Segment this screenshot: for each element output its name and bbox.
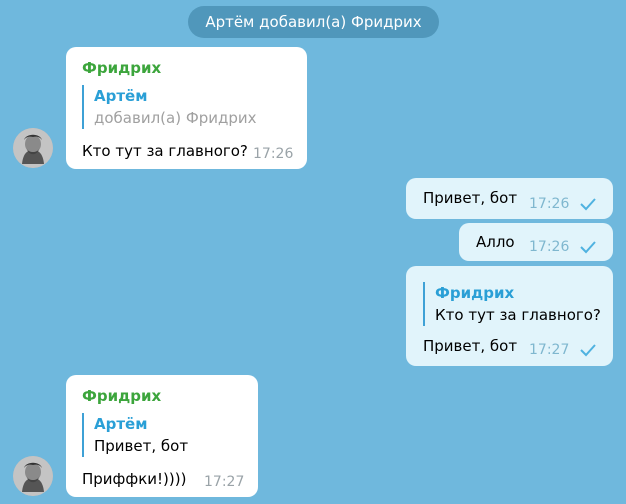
message-text: Приффки!)))) bbox=[82, 470, 187, 488]
message-bubble-incoming[interactable]: Фридрих Артём Привет, бот Приффки!)))) 1… bbox=[66, 375, 258, 497]
message-time: 17:26 bbox=[529, 239, 570, 255]
message-bubble-outgoing[interactable]: Алло 17:26 bbox=[459, 223, 613, 261]
reply-author: Фридрих bbox=[435, 284, 515, 302]
sender-name[interactable]: Фридрих bbox=[82, 387, 161, 405]
reply-author: Артём bbox=[94, 415, 148, 433]
message-bubble-incoming[interactable]: Фридрих Артём добавил(а) Фридрих Кто тут… bbox=[66, 47, 307, 169]
avatar-icon[interactable] bbox=[13, 128, 53, 168]
message-bubble-outgoing[interactable]: Фридрих Кто тут за главного? Привет, бот… bbox=[406, 266, 613, 366]
message-text: Алло bbox=[476, 233, 515, 251]
reply-text: Кто тут за главного? bbox=[435, 306, 601, 324]
message-text: Кто тут за главного? bbox=[82, 142, 248, 160]
message-time: 17:26 bbox=[253, 146, 294, 162]
check-icon bbox=[580, 241, 596, 254]
message-time: 17:26 bbox=[529, 196, 570, 212]
reply-quote[interactable]: Фридрих Кто тут за главного? bbox=[423, 282, 601, 326]
reply-quote[interactable]: Артём добавил(а) Фридрих bbox=[82, 85, 257, 129]
avatar-icon[interactable] bbox=[13, 456, 53, 496]
message-text: Привет, бот bbox=[423, 337, 518, 355]
reply-author: Артём bbox=[94, 87, 148, 105]
message-bubble-outgoing[interactable]: Привет, бот 17:26 bbox=[406, 178, 613, 219]
reply-text: Привет, бот bbox=[94, 437, 189, 455]
check-icon bbox=[580, 198, 596, 211]
message-time: 17:27 bbox=[529, 342, 570, 358]
reply-quote[interactable]: Артём Привет, бот bbox=[82, 413, 188, 457]
message-time: 17:27 bbox=[204, 474, 245, 490]
service-message: Артём добавил(а) Фридрих bbox=[188, 6, 439, 38]
reply-text: добавил(а) Фридрих bbox=[94, 109, 257, 127]
check-icon bbox=[580, 344, 596, 357]
sender-name[interactable]: Фридрих bbox=[82, 59, 161, 77]
message-text: Привет, бот bbox=[423, 189, 518, 207]
